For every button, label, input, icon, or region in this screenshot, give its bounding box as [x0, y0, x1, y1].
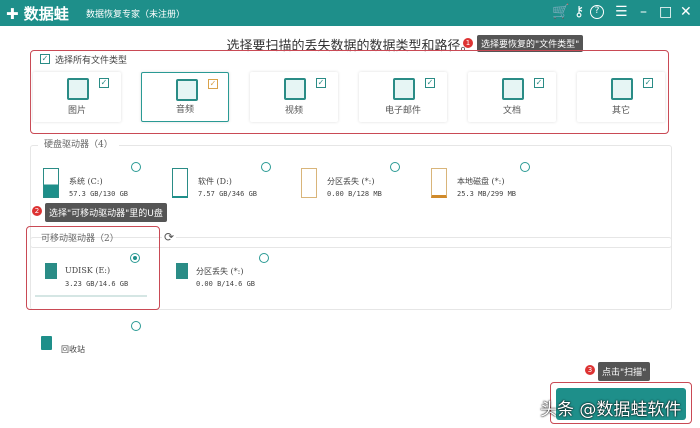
select-all-label: 选择所有文件类型 [55, 56, 128, 66]
music-icon [176, 79, 198, 101]
filetype-email[interactable]: ✓ 电子邮件 [359, 72, 447, 122]
recycle-radio[interactable] [131, 321, 141, 331]
drive-name: 系统 (C:) [69, 177, 103, 186]
disk-icon [301, 168, 317, 198]
drive-size: 25.3 MB/299 MB [457, 190, 517, 198]
udisk-radio[interactable] [130, 253, 140, 263]
drive-name: 软件 (D:) [198, 177, 232, 186]
filetype-other[interactable]: ✓ 其它 [577, 72, 665, 122]
checkbox[interactable]: ✓ [208, 79, 218, 89]
hard-drives-label: 硬盘驱动器（4） [38, 137, 119, 150]
filetype-image[interactable]: ✓ 图片 [33, 72, 121, 122]
filetype-label: 视频 [284, 106, 303, 116]
maximize-button[interactable]: □ [659, 4, 672, 20]
drive-lost-partition[interactable]: 分区丢失 (*:) 0.00 B/128 MB [301, 168, 382, 198]
filetype-label: 其它 [611, 106, 630, 116]
drive-name: 本地磁盘 (*:) [457, 177, 505, 186]
help-icon[interactable]: ? [590, 5, 604, 19]
drive-d[interactable]: 软件 (D:) 7.57 GB/346 GB [172, 168, 257, 198]
select-all-checkbox[interactable]: ✓ [40, 54, 50, 64]
filetype-audio[interactable]: ✓ 音频 [141, 72, 229, 122]
key-icon[interactable]: ⚷ [574, 4, 584, 20]
drive-name: 分区丢失 (*:) [327, 177, 375, 186]
other-icon [611, 78, 633, 100]
close-button[interactable]: ✕ [680, 4, 692, 20]
usb-icon [45, 263, 57, 279]
filetype-label: 文档 [502, 106, 521, 116]
tip-2: 选择"可移动驱动器"里的U盘 [45, 203, 167, 222]
filetype-video[interactable]: ✓ 视频 [250, 72, 338, 122]
disk-icon [43, 168, 59, 198]
tip-badge-1: 1 [463, 38, 473, 48]
drive-lost-usb[interactable]: 分区丢失 (*:) 0.00 B/14.6 GB [176, 263, 255, 288]
video-icon [284, 78, 306, 100]
checkbox[interactable]: ✓ [643, 78, 653, 88]
menu-icon[interactable]: ☰ [615, 4, 628, 20]
checkbox[interactable]: ✓ [534, 78, 544, 88]
udisk-progress [35, 295, 147, 297]
drive-name: UDISK (E:) [65, 266, 111, 275]
checkbox[interactable]: ✓ [316, 78, 326, 88]
drive-local[interactable]: 本地磁盘 (*:) 25.3 MB/299 MB [431, 168, 516, 198]
drive-lost-radio[interactable] [390, 162, 400, 172]
tip-3: 点击"扫描" [598, 362, 651, 381]
minimize-button[interactable]: – [640, 4, 647, 20]
document-icon [502, 78, 524, 100]
drive-c-radio[interactable] [131, 162, 141, 172]
checkbox[interactable]: ✓ [99, 78, 109, 88]
trash-icon[interactable] [41, 336, 52, 350]
logo-text: 数据蛙 [23, 5, 69, 23]
drive-udisk[interactable]: UDISK (E:) 3.23 GB/14.6 GB [45, 263, 128, 288]
filetype-document[interactable]: ✓ 文档 [468, 72, 556, 122]
app-logo: ✚ 数据蛙 [6, 5, 69, 23]
usb-icon [176, 263, 188, 279]
drive-name: 分区丢失 (*:) [196, 267, 244, 276]
drive-size: 0.00 B/14.6 GB [196, 280, 256, 288]
checkbox[interactable]: ✓ [425, 78, 435, 88]
drive-local-radio[interactable] [520, 162, 530, 172]
drive-size: 7.57 GB/346 GB [198, 190, 258, 198]
disk-icon [431, 168, 447, 198]
drive-size: 0.00 B/128 MB [327, 190, 382, 198]
disk-icon [172, 168, 188, 198]
app-subtitle: 数据恢复专家（未注册） [86, 10, 186, 20]
recycle-label: 回收站 [61, 345, 85, 354]
filetype-label: 图片 [67, 106, 86, 116]
drive-c[interactable]: 系统 (C:) 57.3 GB/130 GB [43, 168, 128, 198]
drive-size: 3.23 GB/14.6 GB [65, 280, 129, 288]
filetype-label: 音频 [175, 105, 194, 115]
filetype-label: 电子邮件 [384, 106, 421, 116]
removable-label: 可移动驱动器（2） [41, 234, 119, 244]
drive-d-radio[interactable] [261, 162, 271, 172]
watermark: 头条 @数据蛙软件 [540, 400, 682, 420]
lost-usb-radio[interactable] [259, 253, 269, 263]
cart-icon[interactable]: 🛒 [552, 4, 569, 20]
refresh-icon[interactable]: ⟳ [162, 230, 176, 244]
email-icon [393, 78, 415, 100]
tip-badge-2: 2 [32, 206, 42, 216]
drive-size: 57.3 GB/130 GB [69, 190, 129, 198]
title-bar: ✚ 数据蛙 数据恢复专家（未注册） 🛒 ⚷ ? ☰ – □ ✕ [0, 0, 700, 26]
image-icon [67, 78, 89, 100]
tip-badge-3: 3 [585, 365, 595, 375]
